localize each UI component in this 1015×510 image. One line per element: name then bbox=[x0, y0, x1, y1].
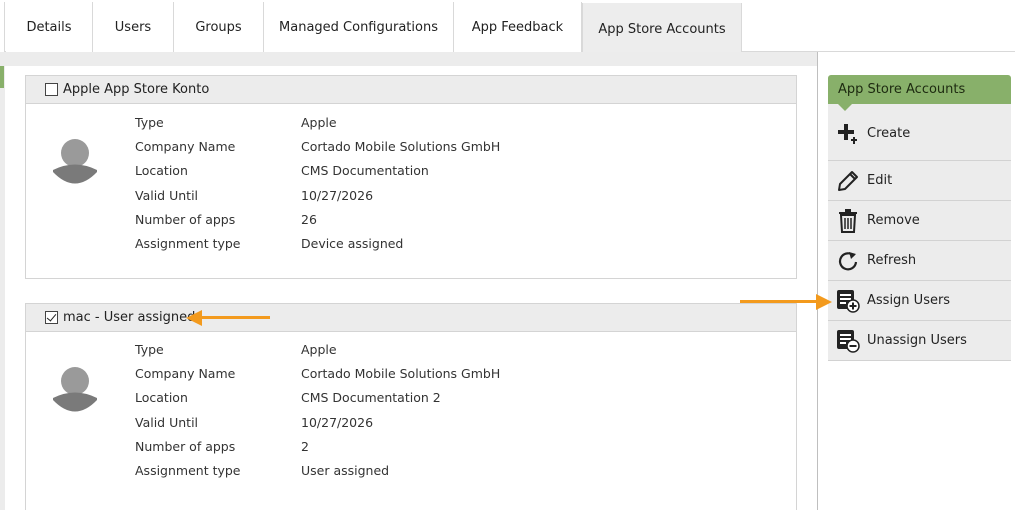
property-label: Location bbox=[135, 163, 188, 179]
create-label: Create bbox=[867, 126, 911, 141]
property-value: 10/27/2026 bbox=[301, 414, 374, 430]
trash-icon bbox=[836, 208, 860, 233]
property-label: Company Name bbox=[135, 139, 236, 155]
account-header[interactable]: Apple App Store Konto bbox=[26, 76, 796, 104]
tab-bar-edge bbox=[0, 2, 5, 52]
unassign-users-icon bbox=[836, 329, 860, 353]
tab-label: Groups bbox=[195, 19, 242, 35]
property-label: Number of apps bbox=[135, 438, 236, 454]
account-card[interactable]: Apple App Store Konto Type Apple Company … bbox=[25, 75, 797, 279]
property-label: Company Name bbox=[135, 366, 236, 382]
tab-details[interactable]: Details bbox=[6, 2, 93, 52]
tab-label: Managed Configurations bbox=[279, 19, 438, 35]
avatar-icon bbox=[53, 139, 97, 184]
pencil-icon bbox=[836, 169, 860, 193]
account-checkbox[interactable] bbox=[45, 83, 58, 96]
annotation-arrow bbox=[740, 300, 818, 303]
remove-label: Remove bbox=[867, 213, 920, 228]
tab-app-store-accounts[interactable]: App Store Accounts bbox=[582, 3, 742, 52]
unassign-users-label: Unassign Users bbox=[867, 333, 967, 348]
plus-icon bbox=[836, 122, 860, 146]
assign-users-label: Assign Users bbox=[867, 293, 951, 308]
tab-bar: Details Users Groups Managed Configurati… bbox=[0, 0, 1015, 52]
tab-label: Users bbox=[114, 19, 152, 35]
edit-button[interactable]: Edit bbox=[828, 161, 1011, 201]
property-value: Cortado Mobile Solutions GmbH bbox=[301, 366, 501, 382]
property-label: Assignment type bbox=[135, 462, 241, 478]
tab-label: Details bbox=[26, 19, 72, 35]
actions-panel-title: App Store Accounts bbox=[828, 75, 1011, 111]
property-value: Cortado Mobile Solutions GmbH bbox=[301, 139, 501, 155]
refresh-icon bbox=[836, 249, 860, 273]
property-value: Apple bbox=[301, 342, 337, 357]
unassign-users-button[interactable]: Unassign Users bbox=[828, 321, 1011, 361]
tab-groups[interactable]: Groups bbox=[174, 2, 264, 52]
assign-users-button[interactable]: Assign Users bbox=[828, 281, 1011, 321]
tab-app-feedback[interactable]: App Feedback bbox=[454, 2, 582, 52]
property-value: 2 bbox=[301, 438, 309, 454]
account-title: Apple App Store Konto bbox=[63, 82, 210, 97]
annotation-arrow bbox=[200, 316, 270, 319]
property-label: Type bbox=[135, 342, 164, 357]
panel-title-text: App Store Accounts bbox=[838, 82, 966, 97]
property-label: Number of apps bbox=[135, 211, 236, 227]
property-value: User assigned bbox=[301, 462, 390, 478]
create-button[interactable]: Create bbox=[828, 104, 1011, 161]
account-header[interactable]: mac - User assigned bbox=[26, 304, 796, 332]
property-label: Type bbox=[135, 115, 164, 130]
annotation-arrow-head bbox=[816, 294, 832, 310]
property-value: Device assigned bbox=[301, 235, 404, 251]
property-value: 10/27/2026 bbox=[301, 187, 374, 203]
actions-panel: App Store Accounts Create Edit Remove Re… bbox=[828, 75, 1011, 361]
tab-label: App Store Accounts bbox=[598, 22, 726, 37]
refresh-button[interactable]: Refresh bbox=[828, 241, 1011, 281]
green-accent-strip bbox=[0, 66, 4, 88]
account-title: mac - User assigned bbox=[63, 310, 196, 325]
avatar-icon bbox=[53, 367, 97, 412]
account-checkbox[interactable] bbox=[45, 311, 58, 324]
assign-users-icon bbox=[836, 289, 860, 313]
refresh-label: Refresh bbox=[867, 253, 917, 268]
tab-managed-configurations[interactable]: Managed Configurations bbox=[264, 2, 454, 52]
property-value: CMS Documentation bbox=[301, 163, 429, 179]
account-card[interactable]: mac - User assigned Type Apple Company Na… bbox=[25, 303, 797, 510]
tab-users[interactable]: Users bbox=[93, 2, 174, 52]
remove-button[interactable]: Remove bbox=[828, 201, 1011, 241]
property-label: Assignment type bbox=[135, 235, 241, 251]
property-label: Valid Until bbox=[135, 414, 199, 430]
tab-label: App Feedback bbox=[471, 19, 564, 35]
property-label: Location bbox=[135, 390, 188, 406]
edit-label: Edit bbox=[867, 173, 893, 188]
property-value: Apple bbox=[301, 115, 337, 130]
property-value: CMS Documentation 2 bbox=[301, 390, 441, 406]
property-label: Valid Until bbox=[135, 187, 199, 203]
property-value: 26 bbox=[301, 211, 317, 227]
